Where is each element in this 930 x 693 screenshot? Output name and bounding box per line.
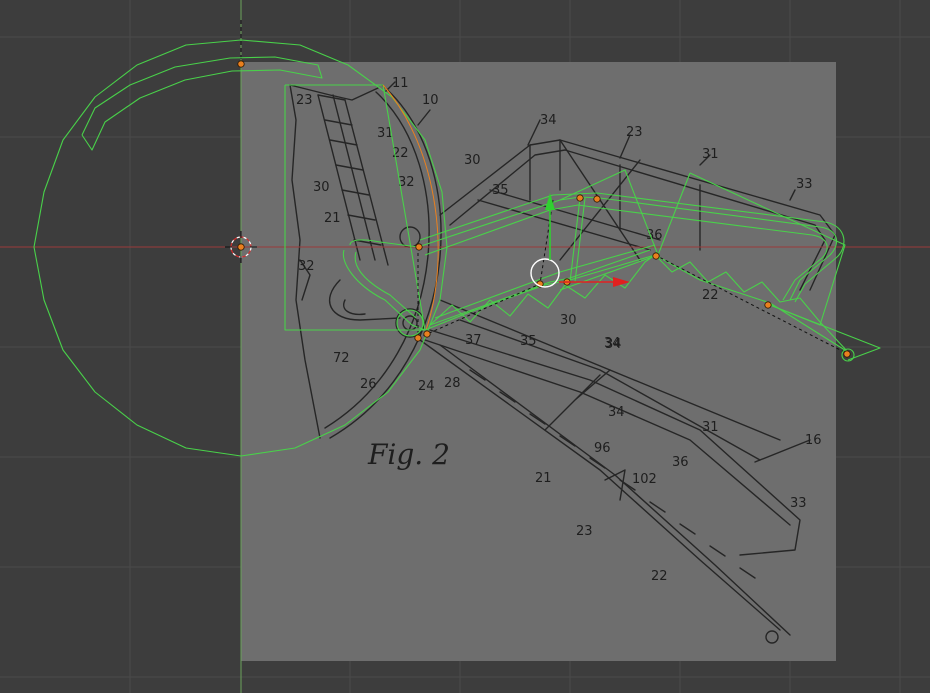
part-label: 96 bbox=[594, 441, 611, 456]
part-label: 23 bbox=[296, 93, 313, 108]
part-label: 30 bbox=[313, 180, 330, 195]
reference-image-plane[interactable] bbox=[241, 62, 836, 661]
part-label: 21 bbox=[324, 211, 341, 226]
part-label: 11 bbox=[392, 76, 409, 91]
vertex bbox=[414, 334, 422, 342]
part-label: 26 bbox=[360, 377, 377, 392]
part-label: 33 bbox=[790, 496, 807, 511]
part-label: 22 bbox=[651, 569, 668, 584]
part-label: 16 bbox=[805, 433, 822, 448]
part-label: 30 bbox=[464, 153, 481, 168]
vertex bbox=[237, 60, 245, 68]
part-label: 23 bbox=[626, 125, 643, 140]
viewport-canvas[interactable]: 23 11 10 31 22 30 32 21 32 72 26 24 28 3… bbox=[0, 0, 930, 693]
part-label: 34 bbox=[605, 337, 622, 352]
vertex bbox=[652, 252, 660, 260]
vertex bbox=[764, 301, 772, 309]
part-label: 32 bbox=[298, 259, 315, 274]
part-label: 34 bbox=[540, 113, 557, 128]
vertex bbox=[576, 194, 584, 202]
part-label: 31 bbox=[702, 420, 719, 435]
part-label: 102 bbox=[632, 472, 657, 487]
figure-label: Fig. 2 bbox=[367, 438, 450, 471]
vertex bbox=[843, 350, 851, 358]
vertex bbox=[593, 195, 601, 203]
part-label: 31 bbox=[702, 147, 719, 162]
part-label: 24 bbox=[418, 379, 435, 394]
part-label: 37 bbox=[465, 333, 482, 348]
vertex bbox=[415, 243, 423, 251]
part-label: 21 bbox=[535, 471, 552, 486]
vertex bbox=[237, 243, 245, 251]
part-label: 23 bbox=[576, 524, 593, 539]
part-label: 34 bbox=[608, 405, 625, 420]
part-label: 28 bbox=[444, 376, 461, 391]
part-label: 72 bbox=[333, 351, 350, 366]
vertex bbox=[423, 330, 431, 338]
part-label: 35 bbox=[492, 183, 509, 198]
part-label: 30 bbox=[560, 313, 577, 328]
part-label: 36 bbox=[672, 455, 689, 470]
part-label: 10 bbox=[422, 93, 439, 108]
part-label: 33 bbox=[796, 177, 813, 192]
part-label: 22 bbox=[702, 288, 719, 303]
part-label: 35 bbox=[520, 334, 537, 349]
3d-viewport[interactable]: 23 11 10 31 22 30 32 21 32 72 26 24 28 3… bbox=[0, 0, 930, 693]
